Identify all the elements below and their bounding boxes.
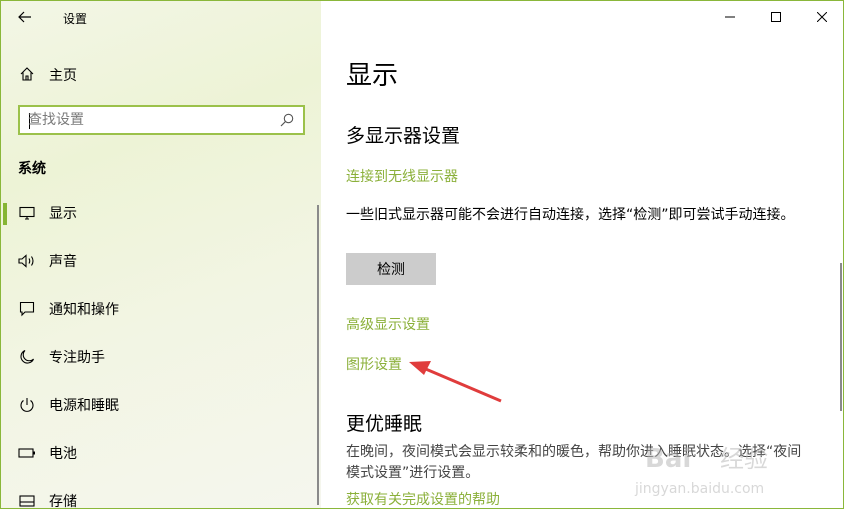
better-sleep-heading: 更优睡眠 xyxy=(346,413,423,435)
power-icon xyxy=(18,396,36,414)
sidebar-item-notifications[interactable]: 通知和操作 xyxy=(1,291,321,327)
sidebar-item-power[interactable]: 电源和睡眠 xyxy=(1,387,321,423)
main-scrollbar[interactable] xyxy=(840,263,842,411)
sidebar-item-battery[interactable]: 电池 xyxy=(1,435,321,471)
back-button[interactable] xyxy=(11,5,39,29)
svg-text:经验: 经验 xyxy=(720,445,768,473)
main-content: 显示 多显示器设置 连接到无线显示器 一些旧式显示器可能不会进行自动连接，选择“… xyxy=(321,1,843,508)
sidebar-scrollbar[interactable] xyxy=(317,205,319,505)
monitor-icon xyxy=(18,204,36,222)
home-icon xyxy=(18,65,36,83)
battery-icon xyxy=(18,444,36,462)
moon-icon xyxy=(18,348,36,366)
sidebar-item-label: 专注助手 xyxy=(49,350,105,366)
sidebar-item-label: 存储 xyxy=(49,494,77,509)
search-input[interactable] xyxy=(28,111,268,129)
title-bar-left: 设置 xyxy=(1,1,321,33)
sidebar-item-label: 显示 xyxy=(49,206,77,222)
sidebar-item-label: 电源和睡眠 xyxy=(49,398,119,414)
home-label: 主页 xyxy=(49,68,77,84)
back-arrow-icon xyxy=(18,11,31,23)
sidebar-item-label: 电池 xyxy=(49,446,77,462)
baidu-watermark: Bai 经验 jingyan.baidu.com xyxy=(625,437,805,501)
active-indicator xyxy=(3,203,7,225)
sidebar-item-focus-assist[interactable]: 专注助手 xyxy=(1,339,321,375)
speaker-icon xyxy=(18,252,36,270)
section-heading: 系统 xyxy=(18,161,46,177)
sidebar-item-storage[interactable]: 存储 xyxy=(1,483,321,509)
sidebar: 设置 主页 系统 xyxy=(1,1,321,509)
search-icon[interactable] xyxy=(279,112,295,128)
svg-text:Bai: Bai xyxy=(645,444,691,474)
notification-icon xyxy=(18,300,36,318)
settings-window: 设置 主页 系统 xyxy=(0,0,844,509)
help-link[interactable]: 获取有关完成设置的帮助 xyxy=(346,489,500,508)
search-box[interactable] xyxy=(18,105,305,135)
home-nav-item[interactable]: 主页 xyxy=(1,59,321,89)
sidebar-item-label: 声音 xyxy=(49,254,77,270)
storage-icon xyxy=(18,492,36,508)
sidebar-item-sound[interactable]: 声音 xyxy=(1,243,321,279)
sidebar-item-label: 通知和操作 xyxy=(49,302,119,318)
sidebar-item-display[interactable]: 显示 xyxy=(1,195,321,231)
svg-text:jingyan.baidu.com: jingyan.baidu.com xyxy=(634,481,764,497)
app-title: 设置 xyxy=(63,12,88,26)
